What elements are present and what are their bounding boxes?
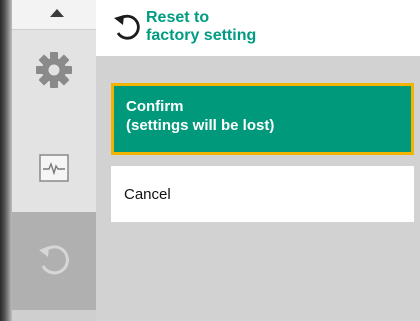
cancel-button[interactable]: Cancel (111, 166, 414, 222)
menu-area: Confirm (settings will be lost) Cancel (96, 56, 420, 321)
sidebar-item-diagnostics[interactable] (12, 128, 96, 212)
reset-arrow-icon (35, 240, 73, 283)
sidebar-scroll-up[interactable] (12, 0, 96, 30)
confirm-button[interactable]: Confirm (settings will be lost) (111, 83, 414, 155)
sidebar (12, 0, 96, 321)
page-title-line1: Reset to (146, 9, 210, 26)
cancel-label: Cancel (124, 185, 171, 203)
gear-icon (34, 50, 74, 95)
reset-arrow-icon (112, 12, 142, 47)
sidebar-item-settings[interactable] (12, 36, 96, 108)
confirm-warning: (settings will be lost) (126, 117, 275, 134)
diagnostics-monitor-icon (39, 153, 69, 187)
confirm-label: Confirm (126, 98, 184, 115)
sidebar-footer (12, 310, 96, 321)
device-bezel (0, 0, 12, 321)
page-title-line2: factory setting (146, 27, 257, 44)
sidebar-item-reset[interactable] (12, 212, 96, 310)
chevron-up-icon (50, 9, 64, 17)
page-header: Reset to factory setting (96, 0, 420, 56)
page-title: Reset to factory setting (146, 9, 406, 45)
